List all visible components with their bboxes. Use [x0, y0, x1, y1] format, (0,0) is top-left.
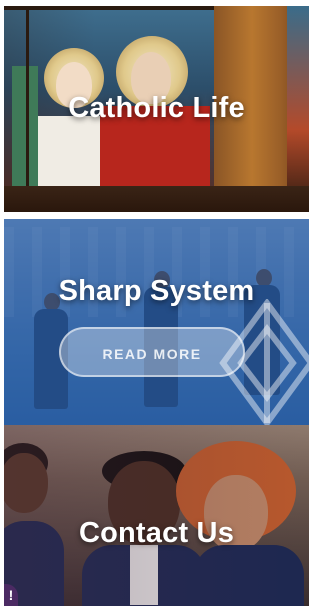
photo-tint	[4, 425, 309, 606]
robe-green	[12, 66, 38, 186]
sharp-system-title: Sharp System	[58, 275, 255, 307]
catholic-life-title: Catholic Life	[68, 92, 245, 124]
catholic-life-panel[interactable]: Catholic Life	[4, 6, 309, 212]
window-sill	[4, 186, 309, 212]
page: Catholic Life Sharp System READ MORE Con…	[4, 6, 309, 606]
contact-us-panel[interactable]: Contact Us !	[4, 425, 309, 606]
read-more-button[interactable]: READ MORE	[59, 327, 245, 377]
contact-us-title: Contact Us	[78, 517, 235, 549]
sharp-system-panel[interactable]: Sharp System READ MORE	[4, 219, 309, 425]
